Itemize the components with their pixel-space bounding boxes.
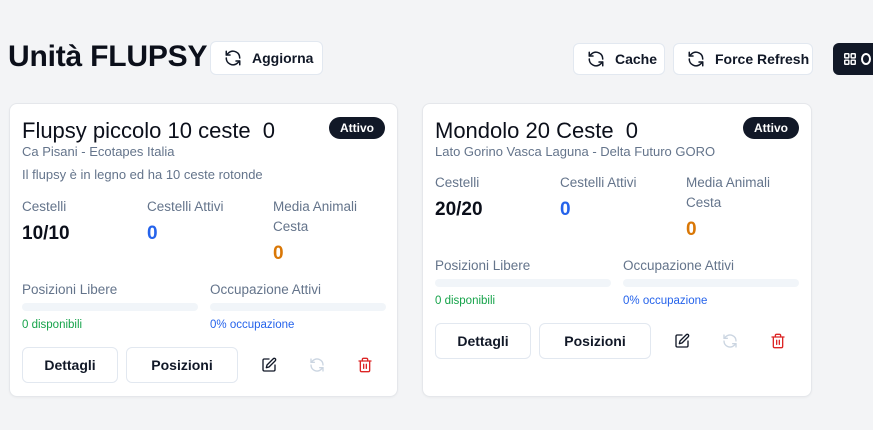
trash-icon[interactable] bbox=[765, 328, 791, 354]
stat-label: Cesta bbox=[273, 219, 309, 234]
refresh-icon bbox=[224, 49, 242, 67]
bar-note: 0% occupazione bbox=[623, 295, 708, 307]
positions-button[interactable]: Posizioni bbox=[126, 347, 238, 383]
card-location: Ca Pisani - Ecotapes Italia bbox=[22, 144, 175, 159]
cache-button[interactable]: Cache bbox=[573, 43, 665, 75]
occupazione-attivi: Occupazione Attivi 0% occupazione bbox=[623, 258, 799, 307]
refresh-icon bbox=[687, 50, 705, 68]
grid-icon bbox=[843, 52, 857, 66]
view-toggle-icon bbox=[861, 53, 871, 65]
edit-icon[interactable] bbox=[669, 328, 695, 354]
force-refresh-button[interactable]: Force Refresh bbox=[673, 43, 813, 75]
force-refresh-button-label: Force Refresh bbox=[715, 51, 810, 67]
sync-icon[interactable] bbox=[304, 352, 330, 378]
flupsy-card: Mondolo 20 Ceste 0 Attivo Lato Gorino Va… bbox=[422, 103, 812, 397]
status-badge: Attivo bbox=[743, 117, 799, 139]
bar-label: Occupazione Attivi bbox=[210, 282, 322, 297]
sync-icon[interactable] bbox=[717, 328, 743, 354]
refresh-button[interactable]: Aggiorna bbox=[210, 41, 323, 75]
trash-icon[interactable] bbox=[352, 352, 378, 378]
card-count: 0 bbox=[262, 118, 276, 143]
stat-value: 0 bbox=[147, 223, 158, 244]
bar-note: 0 disponibili bbox=[22, 319, 83, 331]
stat-cestelli: Cestelli 10/10 bbox=[22, 197, 70, 245]
page-title: Unità FLUPSY bbox=[8, 40, 208, 73]
card-title: Flupsy piccolo 10 ceste 0 bbox=[22, 118, 275, 144]
progress-track bbox=[22, 303, 198, 311]
progress-track bbox=[435, 279, 611, 287]
grid-view-button[interactable] bbox=[833, 43, 873, 75]
stat-label: Media Animali bbox=[273, 199, 358, 214]
stat-cestelli-attivi: Cestelli Attivi 0 bbox=[560, 173, 637, 221]
stat-label: Cestelli Attivi bbox=[147, 199, 224, 214]
card-title-text: Mondolo 20 Ceste bbox=[435, 118, 614, 143]
details-button[interactable]: Dettagli bbox=[435, 323, 531, 359]
stat-label: Cestelli bbox=[22, 199, 67, 214]
card-description: Il flupsy è in legno ed ha 10 ceste roto… bbox=[22, 167, 263, 182]
posizioni-libere: Posizioni Libere 0 disponibili bbox=[435, 258, 611, 307]
stat-media-animali: Media Animali Cesta 0 bbox=[686, 173, 770, 241]
progress-track bbox=[623, 279, 799, 287]
edit-icon[interactable] bbox=[256, 352, 282, 378]
stat-label: Cestelli bbox=[435, 175, 480, 190]
page-header: Unità FLUPSY Aggiorna Cache Force Refres… bbox=[0, 0, 873, 100]
bar-label: Occupazione Attivi bbox=[623, 258, 735, 273]
status-badge: Attivo bbox=[329, 117, 385, 139]
stat-value: 20/20 bbox=[435, 199, 483, 220]
stat-label: Cesta bbox=[686, 195, 722, 210]
cache-button-label: Cache bbox=[615, 51, 658, 67]
stat-value: 0 bbox=[560, 199, 571, 220]
card-title-text: Flupsy piccolo 10 ceste bbox=[22, 118, 251, 143]
card-location: Lato Gorino Vasca Laguna - Delta Futuro … bbox=[435, 144, 716, 159]
refresh-button-label: Aggiorna bbox=[252, 50, 314, 66]
stat-value: 10/10 bbox=[22, 223, 70, 244]
refresh-icon bbox=[587, 50, 605, 68]
stat-cestelli: Cestelli 20/20 bbox=[435, 173, 483, 221]
bar-note: 0 disponibili bbox=[435, 295, 496, 307]
bar-label: Posizioni Libere bbox=[22, 282, 118, 297]
posizioni-libere: Posizioni Libere 0 disponibili bbox=[22, 282, 198, 331]
positions-button[interactable]: Posizioni bbox=[539, 323, 651, 359]
details-button[interactable]: Dettagli bbox=[22, 347, 118, 383]
stat-media-animali: Media Animali Cesta 0 bbox=[273, 197, 357, 265]
flupsy-card: Flupsy piccolo 10 ceste 0 Attivo Ca Pisa… bbox=[9, 103, 398, 397]
stat-cestelli-attivi: Cestelli Attivi 0 bbox=[147, 197, 224, 245]
stat-value: 0 bbox=[273, 243, 284, 264]
stat-label: Cestelli Attivi bbox=[560, 175, 637, 190]
bar-label: Posizioni Libere bbox=[435, 258, 531, 273]
bar-note: 0% occupazione bbox=[210, 319, 295, 331]
progress-track bbox=[210, 303, 386, 311]
occupazione-attivi: Occupazione Attivi 0% occupazione bbox=[210, 282, 386, 331]
stat-label: Media Animali bbox=[686, 175, 771, 190]
card-count: 0 bbox=[625, 118, 638, 143]
card-title: Mondolo 20 Ceste 0 bbox=[435, 118, 638, 144]
stat-value: 0 bbox=[686, 219, 697, 240]
